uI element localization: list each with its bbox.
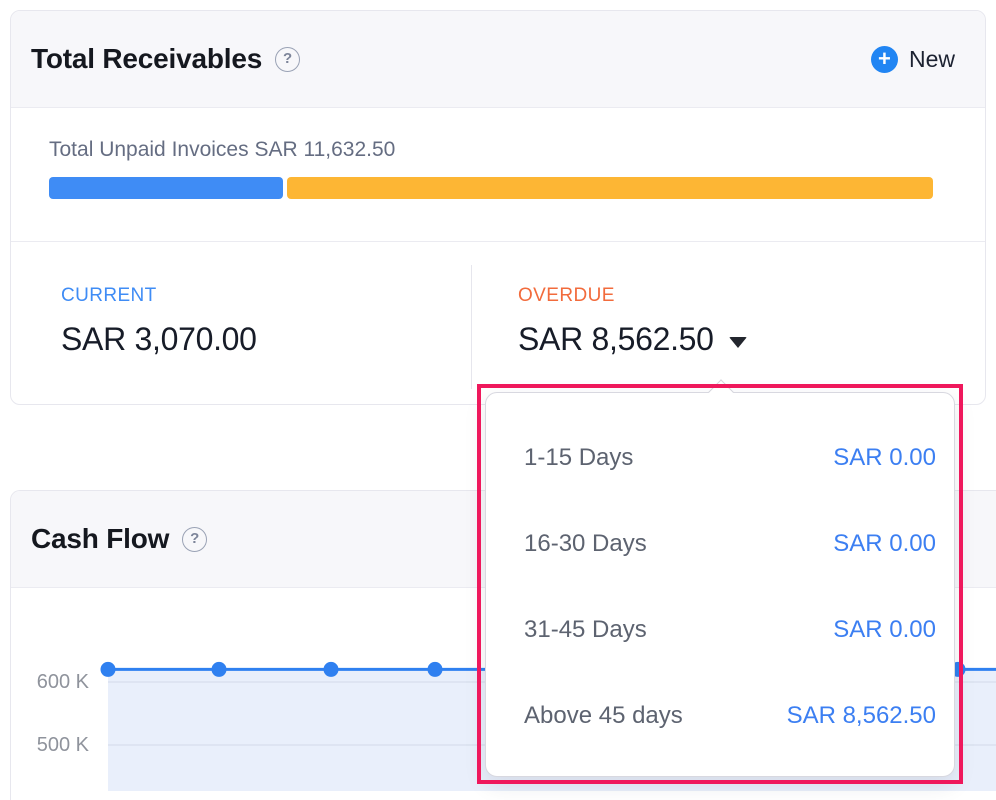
overdue-label: OVERDUE — [518, 285, 747, 307]
unpaid-invoices-label: Total Unpaid Invoices SAR 11,632.50 — [49, 138, 933, 162]
stats-divider — [471, 265, 472, 389]
total-receivables-header: Total Receivables ? + New — [11, 11, 985, 108]
current-block: CURRENT SAR 3,070.00 — [11, 242, 471, 404]
aging-value-link[interactable]: SAR 0.00 — [833, 616, 936, 644]
overdue-amount: SAR 8,562.50 — [518, 321, 714, 358]
current-label: CURRENT — [61, 285, 471, 307]
help-icon[interactable]: ? — [182, 527, 207, 552]
overdue-block: OVERDUE SAR 8,562.50 — [471, 242, 747, 404]
progress-overdue-segment — [287, 177, 933, 199]
cash-flow-title: Cash Flow — [31, 523, 169, 555]
aging-row-1-15: 1-15 Days SAR 0.00 — [486, 415, 954, 501]
aging-row-16-30: 16-30 Days SAR 0.00 — [486, 501, 954, 587]
overdue-aging-popup: 1-15 Days SAR 0.00 16-30 Days SAR 0.00 3… — [485, 392, 955, 777]
receivables-progress-bar — [49, 177, 933, 199]
aging-row-31-45: 31-45 Days SAR 0.00 — [486, 587, 954, 673]
aging-label: Above 45 days — [524, 702, 683, 730]
receivables-stats: CURRENT SAR 3,070.00 OVERDUE SAR 8,562.5… — [11, 242, 985, 404]
new-button-label: New — [909, 46, 955, 73]
page-title: Total Receivables — [31, 43, 262, 75]
aging-value-link[interactable]: SAR 0.00 — [833, 444, 936, 472]
caret-down-icon — [729, 337, 747, 348]
aging-row-above-45: Above 45 days SAR 8,562.50 — [486, 673, 954, 759]
aging-label: 31-45 Days — [524, 616, 647, 644]
aging-label: 16-30 Days — [524, 530, 647, 558]
aging-rows: 1-15 Days SAR 0.00 16-30 Days SAR 0.00 3… — [486, 393, 954, 759]
current-amount: SAR 3,070.00 — [61, 321, 471, 358]
plus-icon: + — [871, 46, 898, 73]
aging-value-link[interactable]: SAR 8,562.50 — [787, 702, 936, 730]
unpaid-invoices-section: Total Unpaid Invoices SAR 11,632.50 — [11, 108, 985, 242]
overdue-amount-dropdown[interactable]: SAR 8,562.50 — [518, 321, 747, 358]
total-receivables-card: Total Receivables ? + New Total Unpaid I… — [10, 10, 986, 405]
aging-value-link[interactable]: SAR 0.00 — [833, 530, 936, 558]
progress-current-segment — [49, 177, 283, 199]
new-button[interactable]: + New — [871, 46, 955, 73]
help-icon[interactable]: ? — [275, 47, 300, 72]
aging-label: 1-15 Days — [524, 444, 633, 472]
